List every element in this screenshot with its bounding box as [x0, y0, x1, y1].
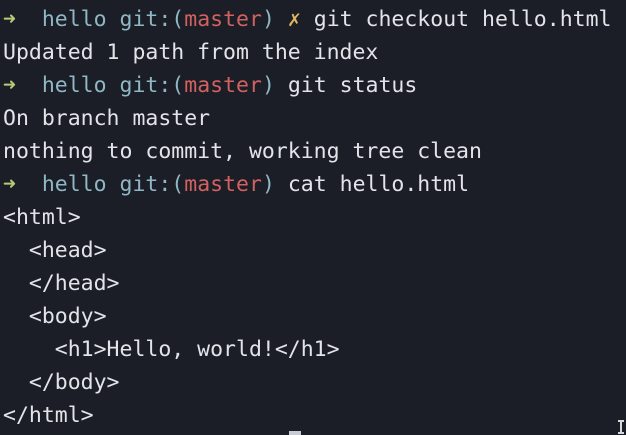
- prompt-arrow-icon: ➜: [3, 172, 16, 197]
- file-line: <body>: [3, 304, 107, 329]
- prompt-arrow-icon: ➜: [3, 7, 16, 32]
- mouse-ibeam-icon: [618, 420, 624, 434]
- prompt-directory: hello: [41, 73, 107, 98]
- file-line: <h1>Hello, world!</h1>: [3, 337, 340, 362]
- output-status-clean: nothing to commit, working tree clean: [3, 139, 482, 164]
- file-line: <head>: [3, 238, 107, 263]
- prompt-git-suffix: ): [261, 7, 275, 32]
- terminal-window[interactable]: ➜ hello git:(master) ✗ git checkout hell…: [0, 0, 626, 435]
- prompt-directory: hello: [41, 7, 107, 32]
- prompt-git-prefix: git:(: [119, 7, 185, 32]
- file-line: </body>: [3, 370, 120, 395]
- prompt-branch: master: [184, 7, 262, 32]
- prompt-branch: master: [184, 172, 262, 197]
- output-status-branch: On branch master: [3, 106, 211, 131]
- output-checkout-result: Updated 1 path from the index: [3, 40, 379, 65]
- command-cat: cat hello.html: [287, 172, 470, 197]
- command-status: git status: [287, 73, 418, 98]
- scrolled-off-line: [0, 0, 626, 2]
- prompt-git-prefix: git:(: [119, 172, 185, 197]
- prompt-git-suffix: ): [261, 73, 275, 98]
- file-line: </head>: [3, 271, 120, 296]
- command-checkout: git checkout hello.html: [313, 7, 612, 32]
- prompt-line-checkout: ➜ hello git:(master) ✗ git checkout hell…: [3, 3, 611, 36]
- terminal-cursor: [289, 431, 301, 435]
- dirty-mark-icon: ✗: [287, 7, 301, 32]
- prompt-arrow-icon: ➜: [3, 73, 16, 98]
- prompt-directory: hello: [41, 172, 107, 197]
- file-line: </html>: [3, 403, 94, 428]
- prompt-branch: master: [184, 73, 262, 98]
- prompt-git-suffix: ): [261, 172, 275, 197]
- prompt-line-cat: ➜ hello git:(master) cat hello.html: [3, 168, 469, 201]
- prompt-git-prefix: git:(: [119, 73, 185, 98]
- prompt-line-status: ➜ hello git:(master) git status: [3, 69, 417, 102]
- file-line: <html>: [3, 205, 81, 230]
